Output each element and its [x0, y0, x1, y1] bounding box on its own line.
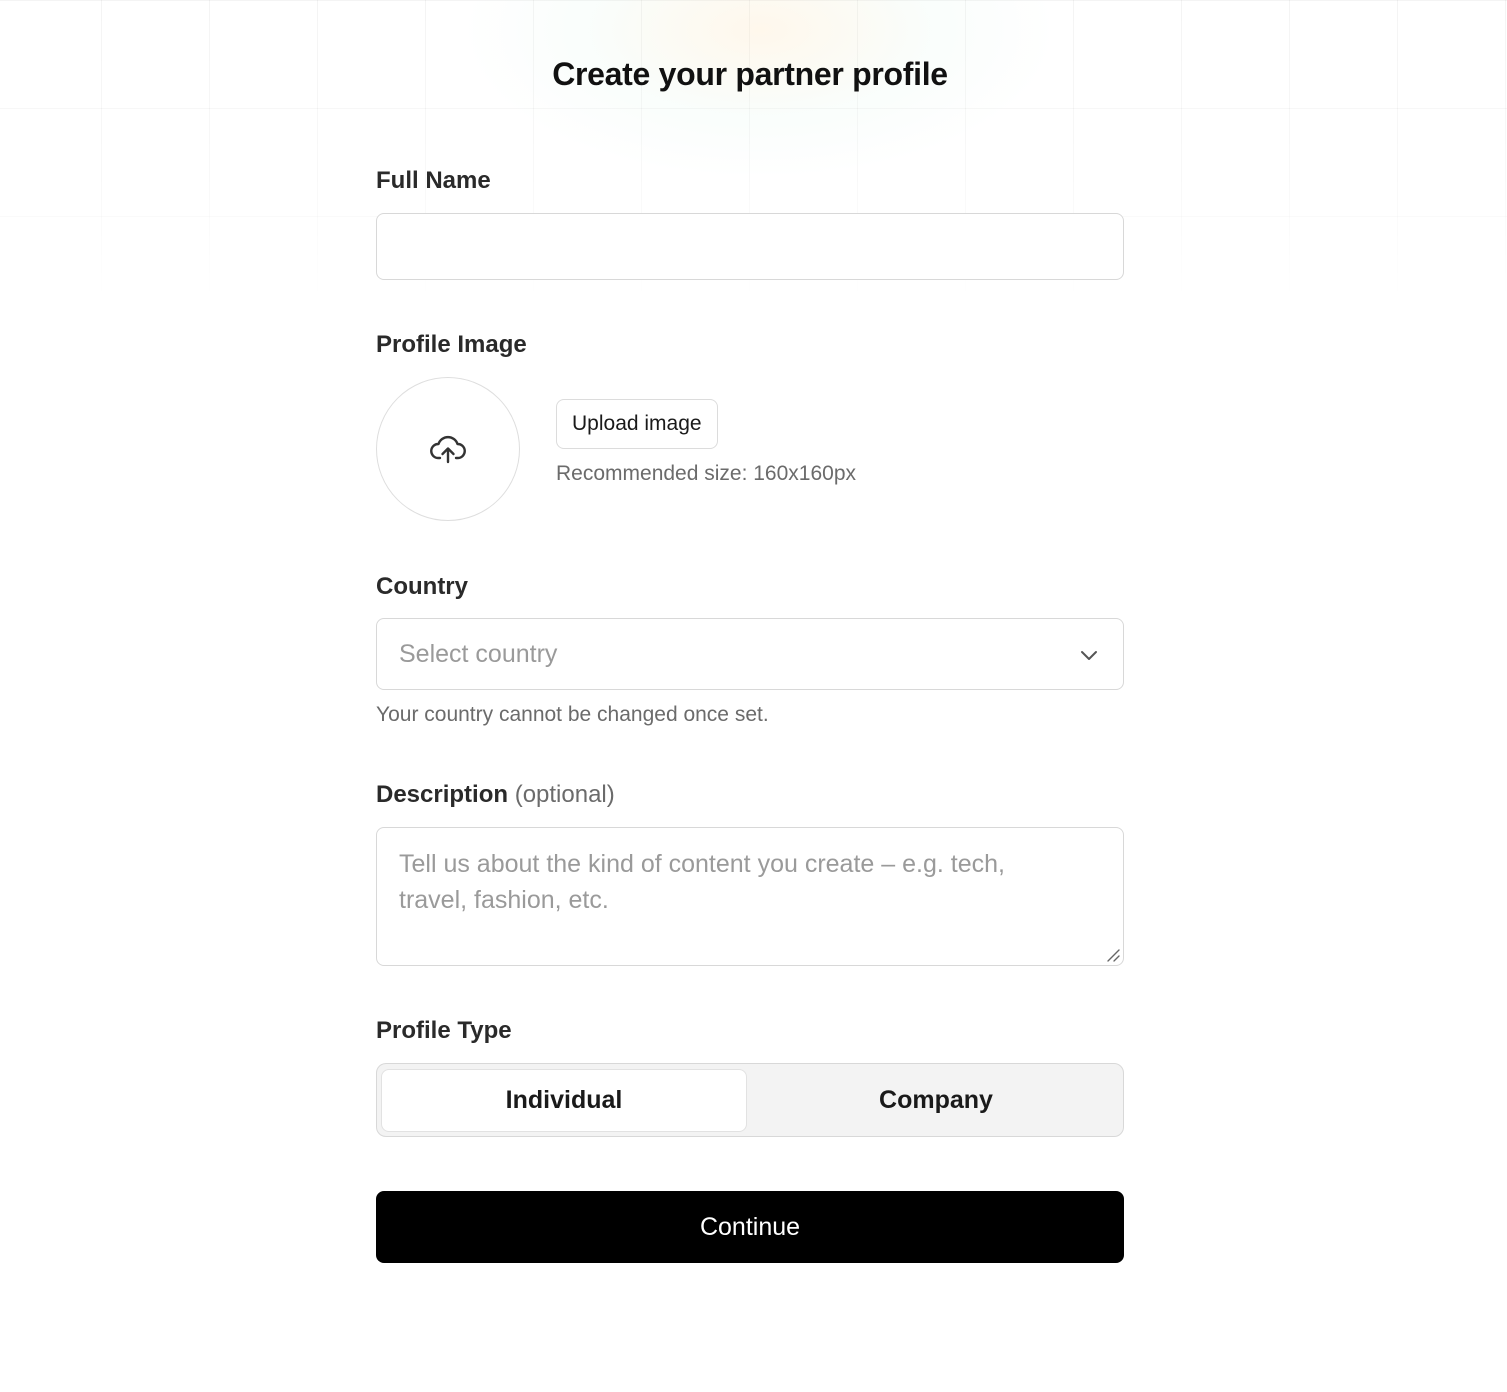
profile-image-label: Profile Image	[376, 331, 527, 358]
resize-handle-icon[interactable]	[1105, 947, 1121, 963]
profile-type-label: Profile Type	[376, 1017, 512, 1044]
description-label: Description (optional)	[376, 781, 615, 809]
country-select[interactable]: Select country	[376, 618, 1124, 690]
continue-button[interactable]: Continue	[376, 1191, 1124, 1263]
upload-image-button[interactable]: Upload image	[556, 399, 718, 449]
profile-type-individual[interactable]: Individual	[381, 1069, 747, 1132]
chevron-down-icon	[1081, 651, 1097, 660]
image-size-hint: Recommended size: 160x160px	[556, 462, 857, 485]
description-placeholder: Tell us about the kind of content you cr…	[399, 850, 1005, 914]
description-textarea[interactable]: Tell us about the kind of content you cr…	[376, 827, 1124, 966]
country-hint: Your country cannot be changed once set.	[376, 703, 769, 726]
cloud-upload-icon	[430, 435, 466, 464]
profile-type-toggle: Individual Company	[376, 1063, 1124, 1137]
profile-type-company[interactable]: Company	[753, 1069, 1119, 1132]
full-name-label: Full Name	[376, 167, 491, 194]
avatar-upload-dropzone[interactable]	[376, 377, 520, 521]
page-title: Create your partner profile	[552, 56, 948, 92]
optional-tag: (optional)	[514, 781, 615, 808]
country-select-placeholder: Select country	[399, 640, 558, 668]
description-label-text: Description	[376, 781, 509, 808]
full-name-input[interactable]	[376, 213, 1124, 280]
country-label: Country	[376, 573, 468, 600]
